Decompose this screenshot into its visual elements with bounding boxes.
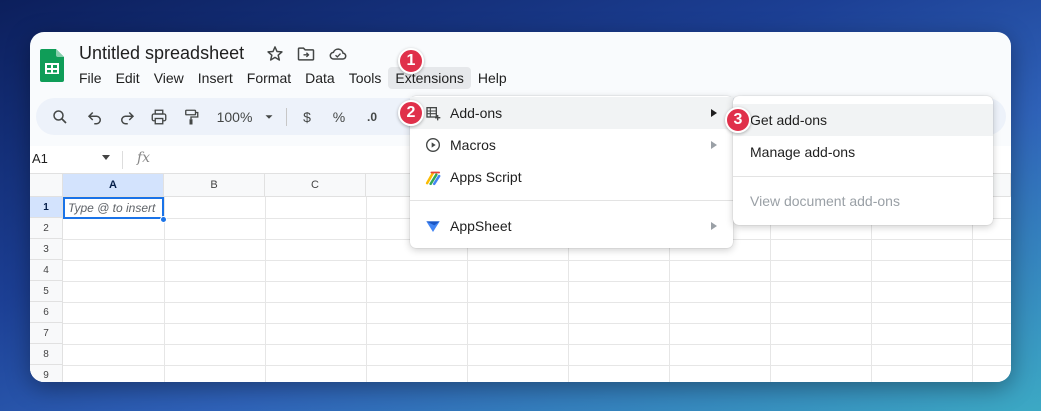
submenu-arrow-icon: [711, 141, 717, 149]
appsheet-icon: [424, 217, 442, 235]
fill-handle[interactable]: [160, 216, 167, 223]
menu-item-label: Apps Script: [450, 169, 522, 185]
grid-line: [164, 197, 165, 382]
star-icon[interactable]: [265, 44, 285, 64]
currency-format-button[interactable]: $: [298, 107, 316, 127]
menu-bar: File Edit View Insert Format Data Tools …: [72, 67, 514, 89]
column-header[interactable]: C: [265, 174, 366, 197]
row-header[interactable]: 6: [30, 302, 63, 323]
menu-divider: [733, 176, 993, 177]
menu-file[interactable]: File: [72, 67, 109, 89]
add-ons-icon: [424, 104, 442, 122]
name-box-dropdown-icon[interactable]: [102, 155, 110, 160]
redo-icon[interactable]: [117, 107, 137, 127]
cloud-saved-icon[interactable]: [328, 44, 348, 64]
menu-help[interactable]: Help: [471, 67, 514, 89]
submenu-arrow-icon: [711, 109, 717, 117]
grid-line: [63, 323, 1011, 324]
formula-divider: [122, 151, 123, 169]
menu-view[interactable]: View: [147, 67, 191, 89]
grid-line: [63, 302, 1011, 303]
menu-data[interactable]: Data: [298, 67, 342, 89]
menu-item-label: Macros: [450, 137, 496, 153]
submenu-item-label: Manage add-ons: [750, 144, 856, 160]
active-cell-a1[interactable]: Type @ to insert: [63, 197, 164, 219]
column-header[interactable]: B: [164, 174, 265, 197]
apps-script-icon: [424, 168, 442, 186]
fx-icon: fx: [137, 150, 151, 166]
step-badge-1: 1: [398, 48, 424, 74]
row-header[interactable]: 3: [30, 239, 63, 260]
menu-item-macros[interactable]: Macros: [410, 129, 733, 161]
grid-line: [63, 260, 1011, 261]
grid-line: [63, 344, 1011, 345]
row-header[interactable]: 9: [30, 365, 63, 382]
menu-extensions[interactable]: Extensions: [388, 67, 471, 89]
submenu-arrow-icon: [711, 222, 717, 230]
print-icon[interactable]: [149, 107, 169, 127]
grid-line: [63, 365, 1011, 366]
menu-item-label: Add-ons: [450, 105, 503, 121]
google-sheets-logo[interactable]: [40, 49, 64, 82]
row-header[interactable]: 1: [30, 197, 63, 218]
menu-item-add-ons[interactable]: Add-ons: [410, 97, 733, 129]
menu-format[interactable]: Format: [240, 67, 298, 89]
percent-format-button[interactable]: %: [330, 107, 348, 127]
row-header[interactable]: 7: [30, 323, 63, 344]
decrease-decimal-button[interactable]: .0: [362, 107, 382, 127]
submenu-item-get-add-ons[interactable]: Get add-ons: [733, 104, 993, 136]
menu-tools[interactable]: Tools: [342, 67, 389, 89]
zoom-select[interactable]: 100%: [212, 107, 257, 127]
menu-edit[interactable]: Edit: [109, 67, 147, 89]
macros-play-icon: [424, 136, 442, 154]
row-header[interactable]: 5: [30, 281, 63, 302]
add-ons-submenu: Get add-ons Manage add-ons View document…: [733, 96, 993, 225]
toolbar-divider: [286, 108, 287, 126]
submenu-item-label: View document add-ons: [750, 193, 900, 209]
document-title[interactable]: Untitled spreadsheet: [79, 43, 244, 64]
step-badge-3: 3: [725, 107, 751, 133]
column-header[interactable]: A: [63, 174, 164, 197]
row-header[interactable]: 2: [30, 218, 63, 239]
menu-divider: [410, 200, 733, 201]
name-box[interactable]: A1: [32, 151, 48, 166]
undo-icon[interactable]: [85, 107, 105, 127]
step-badge-2: 2: [398, 100, 424, 126]
submenu-item-label: Get add-ons: [750, 112, 828, 128]
submenu-item-view-document-add-ons: View document add-ons: [733, 185, 993, 217]
search-menus-icon[interactable]: [50, 107, 70, 127]
select-all-corner[interactable]: [30, 174, 63, 197]
submenu-item-manage-add-ons[interactable]: Manage add-ons: [733, 136, 993, 168]
menu-item-label: AppSheet: [450, 218, 512, 234]
extensions-menu: Add-ons Macros Apps Script AppSheet: [410, 96, 733, 248]
grid-line: [63, 281, 1011, 282]
menu-item-apps-script[interactable]: Apps Script: [410, 161, 733, 193]
move-to-folder-icon[interactable]: [296, 44, 316, 64]
row-header[interactable]: 8: [30, 344, 63, 365]
zoom-dropdown-icon[interactable]: [262, 107, 276, 127]
grid-line: [366, 197, 367, 382]
grid-line: [265, 197, 266, 382]
row-header[interactable]: 4: [30, 260, 63, 281]
menu-insert[interactable]: Insert: [191, 67, 240, 89]
menu-item-appsheet[interactable]: AppSheet: [410, 210, 733, 242]
paint-format-icon[interactable]: [181, 107, 201, 127]
